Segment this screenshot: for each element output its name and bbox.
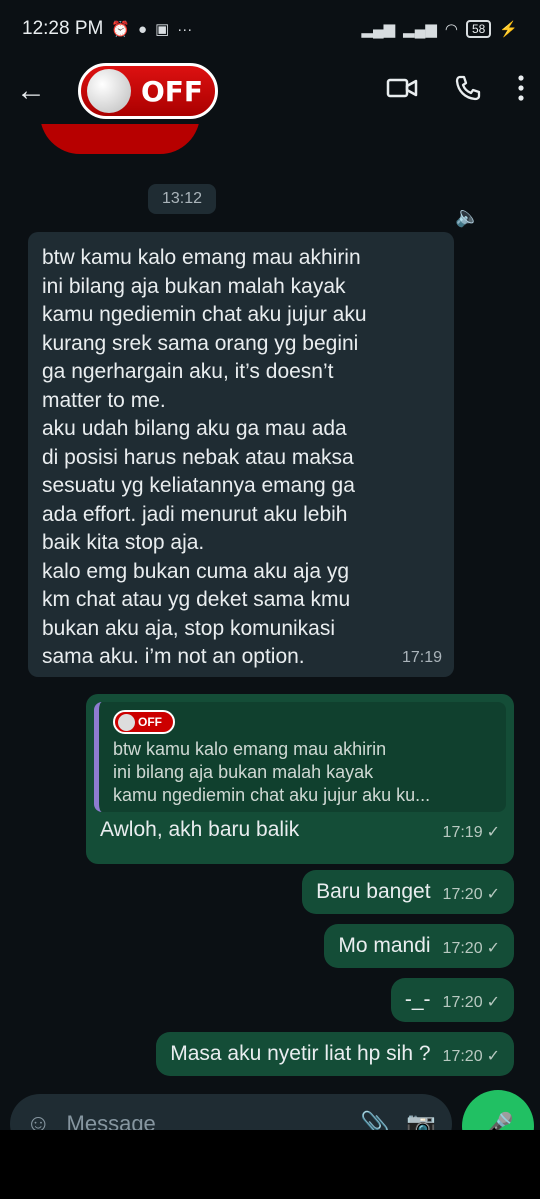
arrow-left-icon[interactable]: ← [16, 74, 56, 108]
message-time: 17:20 ✓ [442, 1048, 500, 1065]
outgoing-message[interactable]: Baru banget 17:20 ✓ [302, 870, 514, 914]
message-text: Awloh, akh baru balik [100, 818, 300, 841]
double-check-icon: ✓ [486, 824, 500, 841]
speaker-icon: 🔈 [455, 206, 480, 228]
incoming-message[interactable]: btw kamu kalo emang mau akhirin ini bila… [28, 232, 454, 677]
message-text: Masa aku nyetir liat hp sih ? [170, 1042, 431, 1065]
message-composer: ☺ Message 📎 📷 🎤 [0, 1090, 540, 1130]
avatar-toggle-knob [87, 69, 131, 113]
quoted-avatar-knob [118, 713, 135, 731]
video-camera-icon[interactable] [386, 75, 418, 108]
system-navigation-bar [0, 1130, 540, 1199]
signal-icon: ▂▄▆ [361, 21, 396, 38]
message-text: Baru banget [316, 880, 431, 903]
paperclip-icon[interactable]: 📎 [360, 1110, 390, 1131]
contact-avatar[interactable]: OFF [78, 63, 218, 119]
mic-icon[interactable]: 🎤 [462, 1090, 534, 1130]
message-placeholder[interactable]: Message [67, 1111, 345, 1130]
message-time: 17:19 ✓ [442, 824, 500, 841]
status-bar: 12:28 PM ⏰ ● ▣ ··· ▂▄▆ ▂▄▆ ◠ 58 ⚡ [0, 0, 540, 58]
outgoing-message[interactable]: Masa aku nyetir liat hp sih ? 17:20 ✓ [156, 1032, 514, 1076]
double-check-icon: ✓ [486, 886, 500, 903]
chat-header: ← OFF [0, 58, 540, 124]
more-notifications-icon: ··· [177, 20, 193, 38]
quoted-sender-name: OFF [138, 715, 162, 729]
camera-icon[interactable]: 📷 [406, 1110, 436, 1131]
alarm-icon: ⏰ [111, 21, 131, 38]
message-time: 17:19 [401, 649, 442, 666]
battery-indicator: 58 [465, 20, 492, 38]
wifi-icon: ◠ [444, 21, 458, 38]
message-text: -_- [404, 988, 431, 1011]
app-icon: ▣ [155, 21, 170, 38]
chat-area[interactable]: 13:12 🔈 btw kamu kalo emang mau akhirin … [0, 124, 540, 1090]
quoted-sender-avatar: OFF [113, 710, 175, 734]
more-vert-icon[interactable] [518, 74, 524, 108]
notification-icon: ● [138, 20, 148, 38]
outgoing-message[interactable]: -_- 17:20 ✓ [390, 978, 514, 1022]
message-text: btw kamu kalo emang mau akhirin ini bila… [42, 246, 367, 668]
emoji-icon[interactable]: ☺ [26, 1110, 51, 1130]
double-check-icon: ✓ [486, 940, 500, 957]
outgoing-message[interactable]: Mo mandi 17:20 ✓ [324, 924, 514, 968]
message-time: 17:20 ✓ [442, 886, 500, 903]
sticker-image [40, 124, 200, 154]
double-check-icon: ✓ [486, 1048, 500, 1065]
message-time: 17:20 ✓ [442, 994, 500, 1011]
reply-message[interactable]: OFF btw kamu kalo emang mau akhirin ini … [86, 694, 514, 864]
charging-icon: ⚡ [499, 21, 518, 38]
signal-icon-2: ▂▄▆ [403, 21, 437, 38]
date-chip: 13:12 [148, 184, 217, 214]
message-input[interactable]: ☺ Message 📎 📷 [10, 1094, 452, 1130]
message-time: 17:20 ✓ [442, 940, 500, 957]
quoted-message[interactable]: OFF btw kamu kalo emang mau akhirin ini … [94, 702, 506, 812]
status-time: 12:28 PM [22, 18, 104, 39]
avatar-text: OFF [141, 74, 204, 108]
message-text: Mo mandi [338, 934, 431, 957]
quoted-text: btw kamu kalo emang mau akhirin ini bila… [113, 739, 431, 805]
double-check-icon: ✓ [486, 994, 500, 1011]
phone-icon[interactable] [454, 74, 482, 109]
